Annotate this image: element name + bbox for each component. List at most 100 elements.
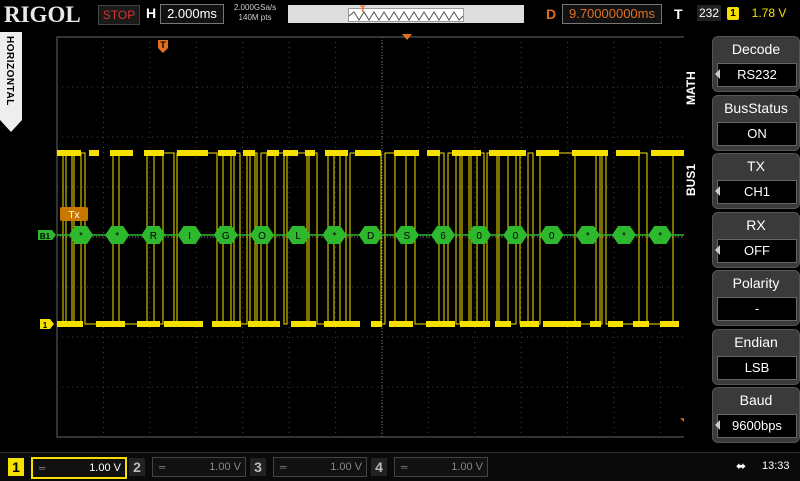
clock: 13:33 <box>762 460 790 472</box>
channel1-high-rail <box>452 150 481 156</box>
submenu-arrow-icon <box>715 186 720 196</box>
channel1-high-rail <box>144 150 164 156</box>
channel1-low-rail <box>633 321 649 327</box>
channel-1-button[interactable]: 1 <box>8 458 24 476</box>
channel1-low-rail <box>460 321 490 327</box>
channel1-high-rail <box>89 150 99 156</box>
tx-label-tag: Tx <box>60 207 88 221</box>
menu-item-tx[interactable]: TX CH1 <box>712 153 800 209</box>
channel1-low-rail <box>495 321 511 327</box>
channel1-low-rail <box>164 321 203 327</box>
channel1-high-rail <box>489 150 526 156</box>
bus-decode-trace: **RIGOL*DS6000*** <box>57 226 684 244</box>
channel-scale-value: 1.00 V <box>209 461 241 473</box>
menu-item-label: Decode <box>713 41 799 57</box>
bus-decoded-char: O <box>258 231 266 242</box>
submenu-arrow-icon <box>715 245 720 255</box>
channel1-marker-text: 1 <box>43 321 48 330</box>
menu-item-endian[interactable]: Endian LSB <box>712 329 800 385</box>
menu-item-value: CH1 <box>717 180 797 204</box>
channel1-low-rail <box>590 321 601 327</box>
brand-logo: RIGOL <box>4 2 81 28</box>
bus-decoded-char: 0 <box>513 231 519 242</box>
channel-3-button[interactable]: 3 <box>250 458 266 476</box>
waveform-display[interactable]: **RIGOL*DS6000*** T Tx B1 1 <box>0 30 684 452</box>
menu-item-rx[interactable]: RXOFF <box>712 212 800 268</box>
channel1-low-rail <box>389 321 413 327</box>
channel1-high-rail <box>305 150 315 156</box>
sample-rate: 2.000GSa/s <box>228 3 282 13</box>
submenu-arrow-icon <box>715 420 720 430</box>
channel1-low-rail <box>291 321 316 327</box>
channel1-high-rail <box>536 150 559 156</box>
dc-coupling-icon: ═ <box>280 458 286 476</box>
channel-3-scale[interactable]: ═1.00 V <box>273 457 367 477</box>
menu-item-value: ON <box>717 122 797 146</box>
bus-decoded-char: D <box>367 231 374 242</box>
dc-coupling-icon: ═ <box>401 458 407 476</box>
menu-item-value: RS232 <box>717 63 797 87</box>
trigger-source-badge: 1 <box>727 7 739 20</box>
channel1-high-rail <box>177 150 208 156</box>
channel-4-scale[interactable]: ═1.00 V <box>394 457 488 477</box>
bus-decoded-char: S <box>403 231 410 242</box>
delay-label: D <box>546 6 556 22</box>
trigger-raw-level: 232 <box>697 5 721 21</box>
channel1-high-rail <box>616 150 640 156</box>
channel1-high-rail <box>218 150 236 156</box>
decode-menu: Decode RS232 BusStatusON TX CH1 RXOFFPolarity… <box>710 30 800 450</box>
channel1-low-rail <box>57 321 83 327</box>
channel1-ground-marker[interactable]: 1 <box>40 319 54 330</box>
channel1-low-rail <box>212 321 241 327</box>
bus1-marker-text: B1 <box>40 232 51 241</box>
bus-decoded-char: * <box>115 231 119 242</box>
channel-1-scale[interactable]: ═1.00 V <box>31 457 127 479</box>
menu-item-polarity[interactable]: Polarity- <box>712 270 800 326</box>
menu-item-label: TX <box>713 158 799 174</box>
math-tab[interactable]: MATH <box>684 58 710 118</box>
channel1-high-rail <box>325 150 348 156</box>
dc-coupling-icon: ═ <box>159 458 165 476</box>
menu-item-value: - <box>717 297 797 321</box>
menu-item-baud[interactable]: Baud9600bps <box>712 387 800 443</box>
run-stop-status[interactable]: STOP <box>98 5 140 25</box>
trigger-label: T <box>674 6 683 22</box>
menu-item-value: LSB <box>717 356 797 380</box>
trigger-level[interactable]: 1.78 V <box>744 5 794 21</box>
bus-decoded-char: 0 <box>476 231 482 242</box>
trigger-position-marker: T <box>158 40 168 53</box>
channel-status-bar: ⬌ 13:33 1═1.00 V2═1.00 V3═1.00 V4═1.00 V <box>0 452 800 481</box>
bus-decoded-char: * <box>79 231 83 242</box>
channel1-low-rail <box>543 321 581 327</box>
memory-depth: 140M pts <box>228 13 282 23</box>
bus1-tab[interactable]: BUS1 <box>684 150 710 210</box>
bus-decoded-char: L <box>295 231 301 242</box>
channel1-high-rail <box>267 150 279 156</box>
channel-4-button[interactable]: 4 <box>371 458 387 476</box>
timebase-value[interactable]: 2.000ms <box>160 4 224 24</box>
channel-2-scale[interactable]: ═ 1.00 V <box>152 457 246 477</box>
bus-decoded-char: I <box>188 231 191 242</box>
bus-decoded-char: G <box>222 231 230 242</box>
channel1-low-rail <box>96 321 125 327</box>
channel1-low-rail <box>660 321 679 327</box>
channel-2-button[interactable]: 2 <box>129 458 145 476</box>
memory-trigger-marker: T <box>360 4 366 14</box>
delay-value[interactable]: 9.70000000ms <box>562 4 662 24</box>
channel1-high-rail <box>651 150 684 156</box>
menu-item-decode[interactable]: Decode RS232 <box>712 36 800 92</box>
channel1-low-rail <box>324 321 360 327</box>
channel1-high-rail <box>110 150 133 156</box>
tx-label-text: Tx <box>68 210 79 221</box>
memory-waveform-preview <box>349 10 463 22</box>
bus1-marker[interactable]: B1 <box>38 230 56 241</box>
menu-item-busstatus[interactable]: BusStatusON <box>712 95 800 151</box>
menu-item-label: Endian <box>713 334 799 350</box>
channel-scale-value: 1.00 V <box>89 462 121 474</box>
trigger-marker-text: T <box>160 40 166 50</box>
bus-decoded-char: * <box>622 231 626 242</box>
channel1-high-rail <box>243 150 255 156</box>
bus-decoded-char: 6 <box>440 231 446 242</box>
top-status-bar: RIGOL STOP H 2.000ms 2.000GSa/s 140M pts… <box>0 0 800 30</box>
channel1-high-rail <box>57 150 81 156</box>
